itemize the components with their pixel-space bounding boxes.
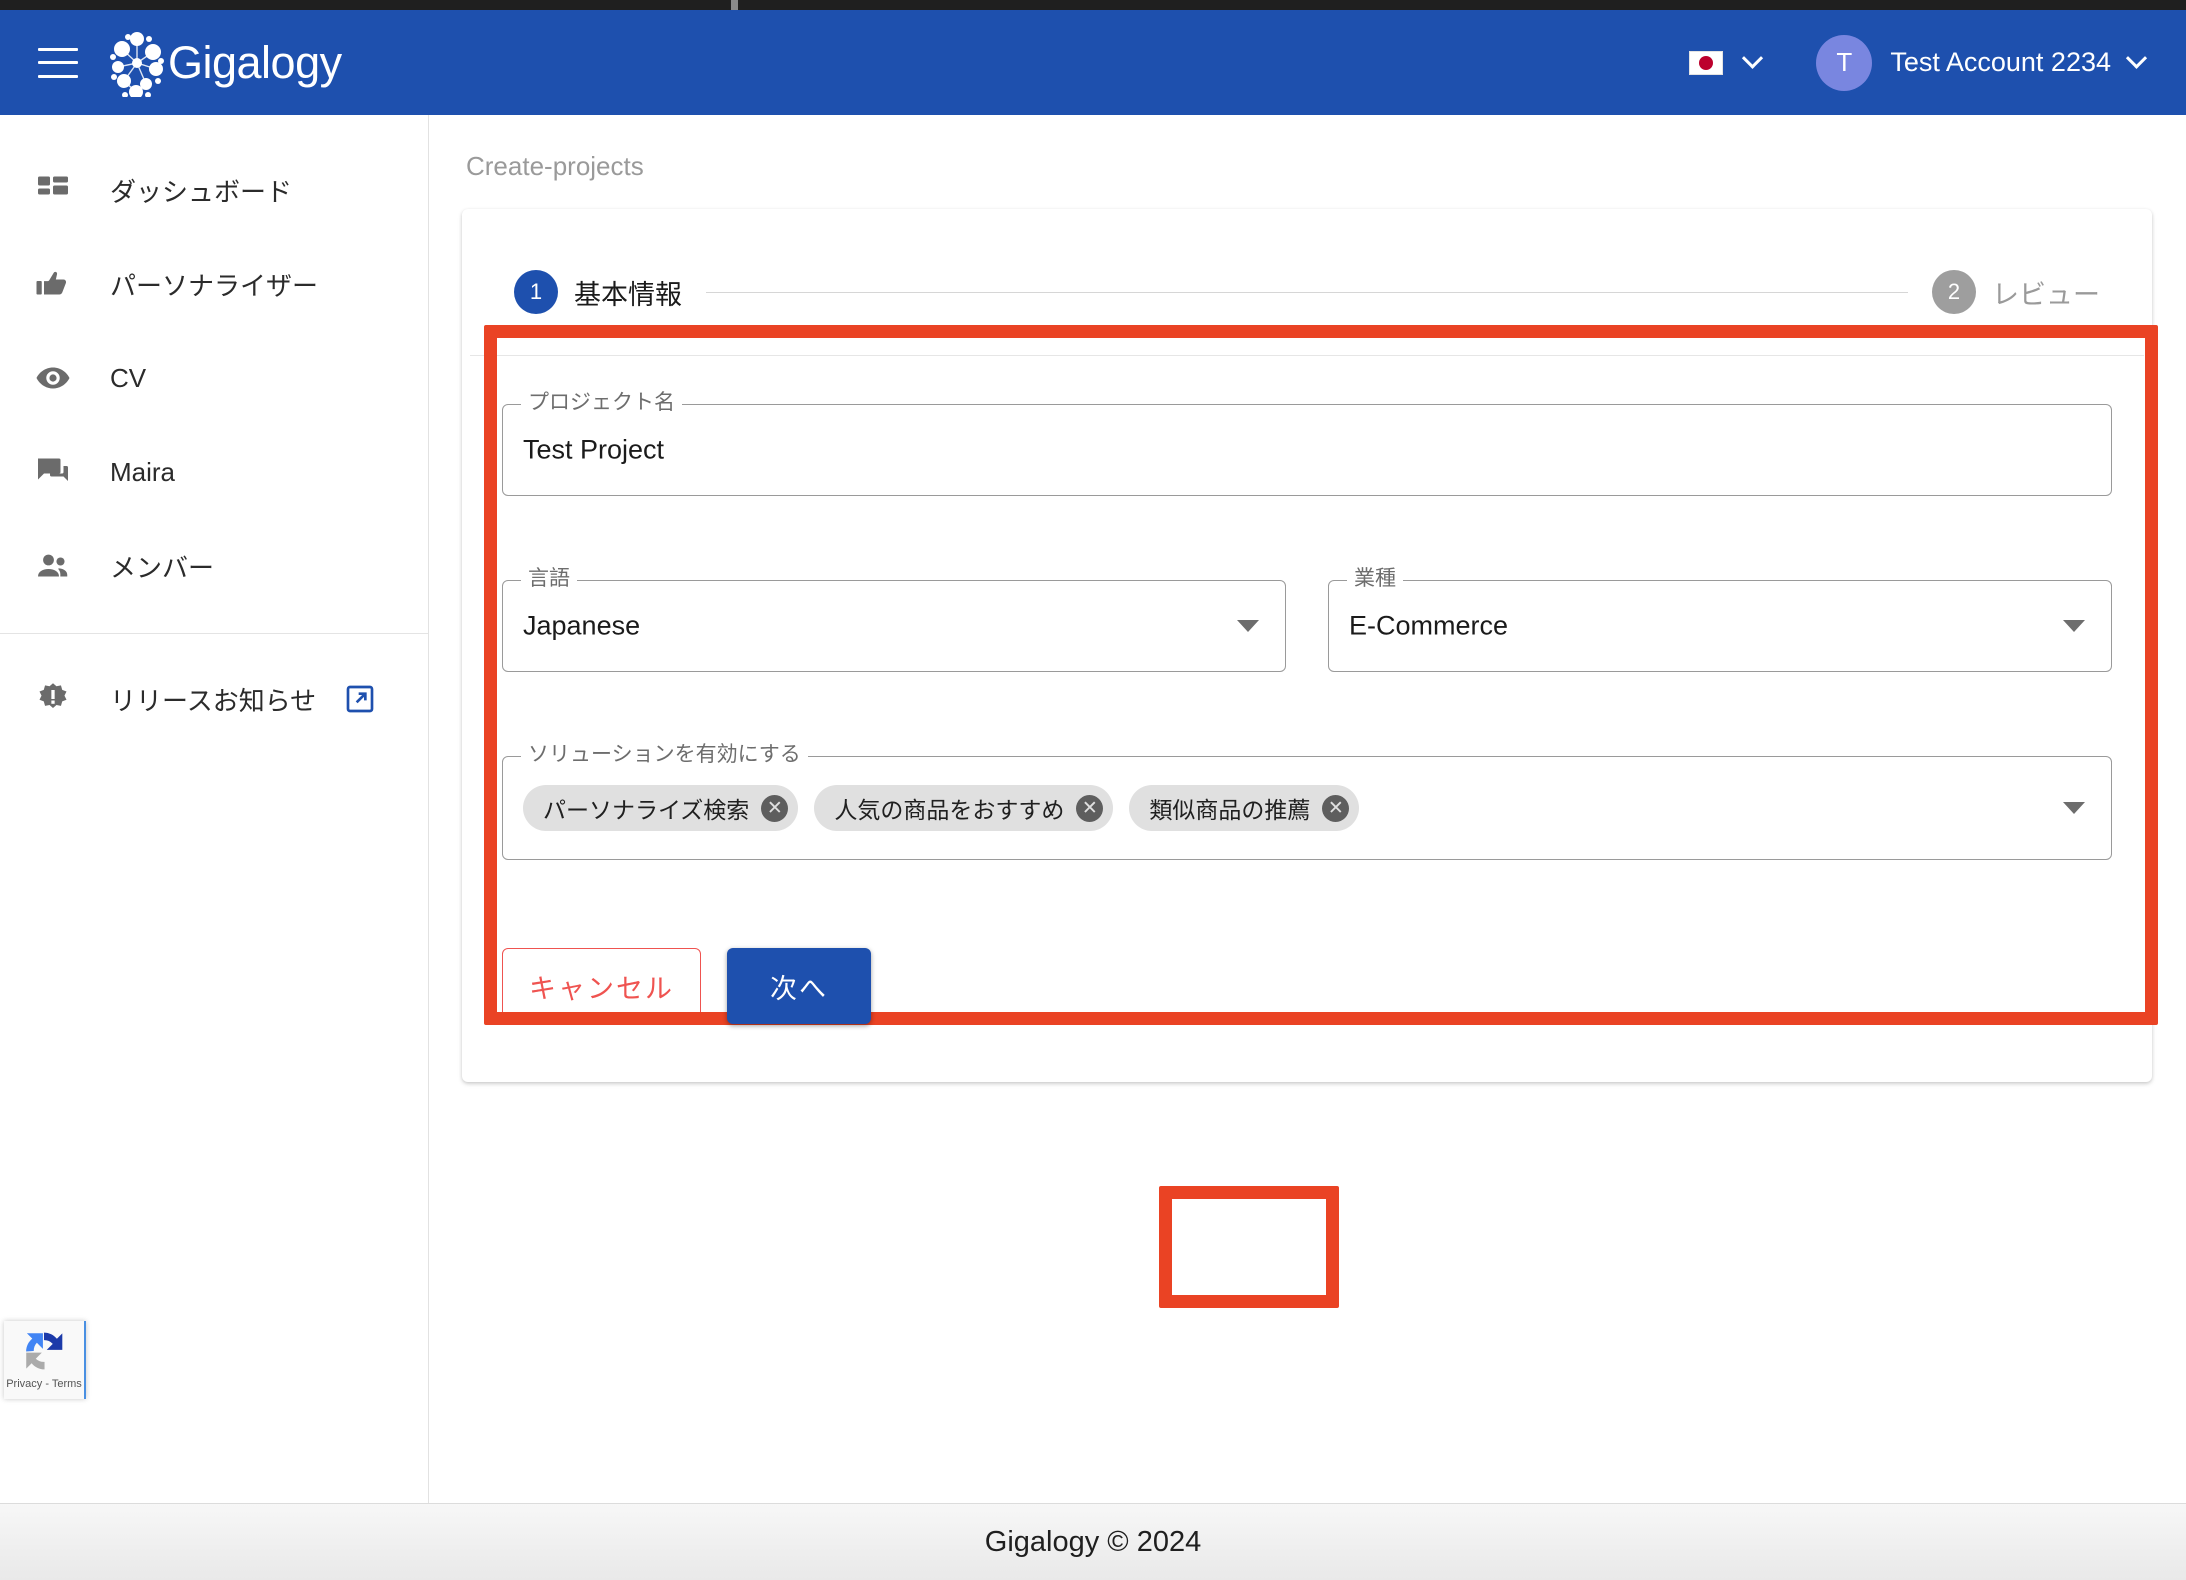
project-name-input-value: Test Project [523,434,665,465]
hamburger-line [38,47,78,51]
hamburger-line [38,61,78,64]
language-industry-row: 言語 Japanese 業種 E-Commerce [502,568,2112,672]
sidebar-item-personalizer[interactable]: パーソナライザー [0,237,428,331]
industry-select[interactable]: 業種 E-Commerce [1328,568,2112,672]
language-selector[interactable] [1669,47,1780,75]
thumb-up-icon [22,266,84,302]
app-header-bar: Gigalogy T Test Account 2234 [0,10,2186,115]
step-label: 基本情報 [574,279,682,310]
sidebar-item-label: ダッシュボード [110,176,293,207]
sidebar-divider [0,633,428,634]
next-button[interactable]: 次へ [727,948,871,1024]
basic-info-form: プロジェクト名 Test Project 言語 Japanese 業種 E-Co… [462,356,2152,860]
header-left-group: Gigalogy [38,29,342,97]
sidebar-item-maira[interactable]: Maira [0,425,428,519]
solutions-legend: ソリューションを有効にする [521,744,808,765]
breadcrumb: Create-projects [466,151,644,181]
language-select[interactable]: 言語 Japanese [502,568,1286,672]
solution-chip: 人気の商品をおすすめ ✕ [814,785,1114,831]
avatar: T [1816,34,1873,91]
hamburger-menu-icon[interactable] [38,47,78,78]
recaptcha-label: Privacy - Terms [6,1378,82,1390]
cancel-button[interactable]: キャンセル [502,948,701,1024]
solution-chip-label: 人気の商品をおすすめ [834,797,1065,823]
language-selected-value: Japanese [523,610,641,641]
step-basic-info[interactable]: 1 基本情報 [514,270,682,314]
industry-selected-value: E-Commerce [1349,610,1509,641]
step-number-badge: 2 [1932,270,1976,314]
chevron-down-icon [1742,47,1764,69]
solution-chip-label: パーソナライズ検索 [543,797,750,823]
page-footer: Gigalogy © 2024 [0,1503,2186,1580]
sidebar-nav-group: ダッシュボード パーソナライザー CV Maira メンバー リリースお知らせ [0,115,428,746]
sidebar-item-members[interactable]: メンバー [0,519,428,613]
account-menu[interactable]: T Test Account 2234 [1816,34,2148,91]
sidebar: ダッシュボード パーソナライザー CV Maira メンバー リリースお知らせ … [0,115,429,1503]
sidebar-item-label: メンバー [110,552,215,583]
industry-legend: 業種 [1347,568,1403,589]
hamburger-line [38,74,78,78]
header-right-group: T Test Account 2234 [1669,34,2148,91]
account-name-label: Test Account 2234 [1890,47,2111,77]
solutions-chip-list: パーソナライズ検索 ✕ 人気の商品をおすすめ ✕ 類似商品の推薦 ✕ [523,785,1360,831]
project-name-field[interactable]: プロジェクト名 Test Project [502,392,2112,496]
eye-icon [22,360,84,396]
dropdown-caret-icon[interactable] [1237,620,1259,632]
create-project-card: 1 基本情報 2 レビュー プロジェクト名 Test Project 言語 Ja… [462,209,2158,1308]
form-actions: キャンセル 次へ [462,860,2152,1082]
solution-chip: パーソナライズ検索 ✕ [523,785,799,831]
dashboard-icon [22,172,84,208]
dropdown-caret-icon[interactable] [2063,620,2085,632]
chip-remove-icon[interactable]: ✕ [761,794,789,822]
step-connector-line [706,291,1908,293]
sidebar-item-dashboard[interactable]: ダッシュボード [0,143,428,237]
scroll-nub [731,0,738,10]
sidebar-item-label: パーソナライザー [110,270,319,301]
chip-remove-icon[interactable]: ✕ [1322,794,1350,822]
sidebar-item-cv[interactable]: CV [0,331,428,425]
japan-flag-icon [1689,50,1724,75]
new-release-icon [22,681,84,717]
solution-chip: 類似商品の推薦 ✕ [1129,785,1360,831]
dropdown-caret-icon[interactable] [2063,802,2085,814]
chip-remove-icon[interactable]: ✕ [1076,794,1104,822]
chat-bubble-icon [22,454,84,490]
footer-copyright: Gigalogy © 2024 [984,1525,1202,1558]
brand-logo-link[interactable]: Gigalogy [106,29,342,97]
stepper: 1 基本情報 2 レビュー [462,209,2152,327]
highlight-box-next-button [1159,1186,1339,1308]
gigalogy-logo-icon [110,31,164,97]
people-icon [22,548,84,584]
browser-chrome-strip [0,0,2186,10]
solutions-multiselect[interactable]: ソリューションを有効にする パーソナライズ検索 ✕ 人気の商品をおすすめ ✕ 類… [502,744,2112,860]
chevron-down-icon [2125,47,2148,69]
step-review[interactable]: 2 レビュー [1932,270,2100,314]
sidebar-item-label: Maira [110,456,176,487]
recaptcha-badge[interactable]: Privacy - Terms [4,1321,86,1399]
step-label: レビュー [1992,279,2100,310]
main-content: Create-projects 1 基本情報 2 レビュー プロジェクト名 Te… [430,115,2186,1503]
sidebar-item-label: リリースお知らせ [110,685,317,716]
open-in-new-icon[interactable] [344,683,376,715]
language-legend: 言語 [521,568,577,589]
solution-chip-label: 類似商品の推薦 [1149,797,1311,823]
step-number-badge: 1 [514,270,558,314]
brand-name-label: Gigalogy [168,37,342,88]
sidebar-item-label: CV [110,362,147,393]
recaptcha-logo-icon [26,1332,63,1370]
project-name-legend: プロジェクト名 [521,392,682,413]
sidebar-item-release-notes[interactable]: リリースお知らせ [0,652,428,746]
